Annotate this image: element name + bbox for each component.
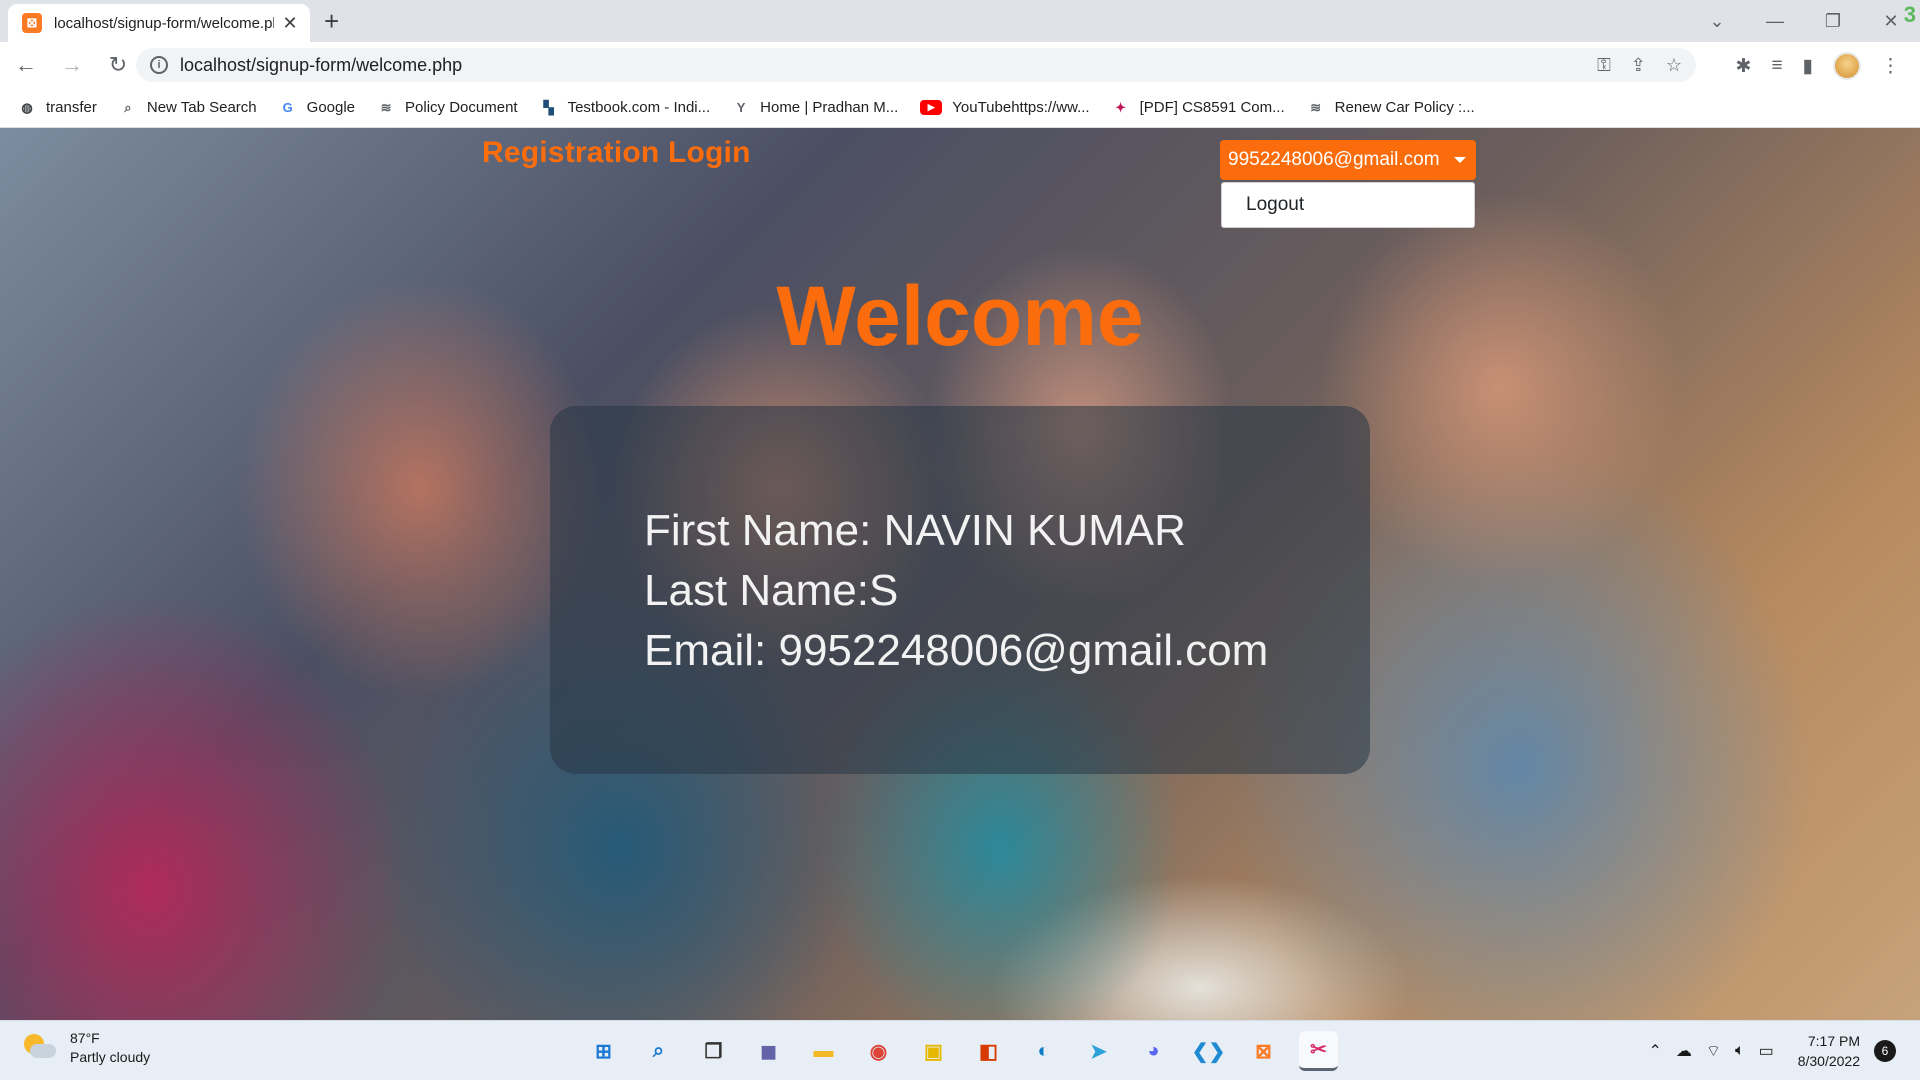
bookmark-item[interactable]: G Google — [279, 99, 355, 117]
system-tray: ⌃ ☁ ⌔ 🔈︎ ▭ 7:17 PM 8/30/2022 6 — [1649, 1031, 1896, 1071]
chrome-icon[interactable]: ◉ — [859, 1031, 898, 1071]
google-icon: G — [282, 100, 293, 115]
notification-badge[interactable]: 6 — [1874, 1040, 1896, 1062]
bookmark-item[interactable]: ≋ Renew Car Policy :... — [1307, 99, 1475, 117]
email-text: Email: 9952248006@gmail.com — [644, 626, 1269, 675]
forward-icon[interactable]: → — [52, 52, 92, 78]
bookmark-item[interactable]: ▶ YouTubehttps://ww... — [920, 99, 1090, 116]
key-icon[interactable]: ⚿ — [1597, 55, 1611, 76]
bookmark-label: [PDF] CS8591 Com... — [1139, 99, 1285, 116]
taskbar-apps: ⊞ ⌕ ❐ ◼ ▬ ◉ ▣ ◧ ◐ ➤ ◕ ❮❯ ⊠ ✂ — [584, 1031, 1338, 1071]
teams-icon[interactable]: ◼ — [749, 1031, 788, 1071]
youtube-icon: ▶ — [920, 100, 943, 115]
welcome-heading: Welcome — [776, 269, 1144, 363]
logout-link[interactable]: Logout — [1246, 194, 1304, 216]
bookmark-item[interactable]: Y Home | Pradhan M... — [732, 99, 898, 117]
user-dropdown-button[interactable]: 9952248006@gmail.com — [1220, 140, 1476, 180]
testbook-icon: ▚ — [543, 99, 554, 115]
xampp-favicon-icon: ⊠ — [22, 13, 42, 33]
file-explorer-icon[interactable]: ▬ — [804, 1031, 843, 1071]
windows-start-icon[interactable]: ⊞ — [584, 1031, 623, 1071]
tab-title: localhost/signup-form/welcome.php — [54, 14, 274, 32]
battery-icon[interactable]: ▭ — [1759, 1041, 1774, 1061]
wifi-icon[interactable]: ⌔ — [1706, 1041, 1721, 1061]
bookmark-label: Home | Pradhan M... — [760, 99, 899, 116]
window-badge: 3 — [1903, 2, 1916, 27]
bookmark-label: Renew Car Policy :... — [1334, 99, 1475, 116]
bookmarks-bar: ◍ transfer ⌕ New Tab Search G Google ≋ P… — [0, 88, 1920, 128]
caret-down-icon — [1454, 157, 1466, 163]
user-email-label: 9952248006@gmail.com — [1228, 149, 1440, 170]
share-icon[interactable]: ⇪ — [1631, 55, 1646, 76]
window-controls: ⌄ — ❐ ✕ — [1688, 0, 1920, 42]
bookmark-label: New Tab Search — [146, 99, 257, 116]
globe-icon: ◍ — [21, 99, 33, 115]
reload-icon[interactable]: ↻ — [98, 52, 138, 78]
extensions-icon[interactable]: ✱ — [1736, 55, 1752, 78]
sticky-notes-icon[interactable]: ▣ — [914, 1031, 953, 1071]
onedrive-icon[interactable]: ☁ — [1676, 1041, 1692, 1061]
brand-logo[interactable]: Registration Login — [482, 136, 751, 170]
back-icon[interactable]: ← — [6, 52, 46, 78]
clock[interactable]: 7:17 PM 8/30/2022 — [1798, 1031, 1860, 1071]
xampp-icon[interactable]: ⊠ — [1244, 1031, 1283, 1071]
bookmark-item[interactable]: ≋ Policy Document — [377, 99, 518, 117]
bookmark-label: Google — [306, 99, 356, 116]
user-info-card: First Name: NAVIN KUMAR Last Name:S Emai… — [550, 406, 1370, 774]
bookmark-item[interactable]: ⌕ New Tab Search — [119, 99, 257, 117]
clock-time: 7:17 PM — [1807, 1033, 1860, 1049]
profile-avatar[interactable] — [1833, 52, 1861, 80]
first-name-text: First Name: NAVIN KUMAR — [644, 506, 1186, 555]
address-bar[interactable]: i localhost/signup-form/welcome.php ⚿ ⇪ … — [136, 48, 1696, 82]
office-icon[interactable]: ◧ — [969, 1031, 1008, 1071]
browser-toolbar: ← → ↻ i localhost/signup-form/welcome.ph… — [0, 42, 1920, 88]
layers-icon: ≋ — [380, 99, 392, 115]
clock-date: 8/30/2022 — [1797, 1053, 1860, 1069]
edge-icon[interactable]: ◐ — [1024, 1031, 1063, 1071]
search-icon: ⌕ — [124, 99, 132, 115]
layers-icon: ≋ — [1310, 99, 1322, 115]
chevron-up-icon[interactable]: ⌃ — [1649, 1041, 1662, 1061]
extensions-area: ✱ ≡ ▮ ⋮ — [1736, 52, 1900, 80]
restore-button[interactable]: ❐ — [1804, 11, 1862, 32]
weather-widget[interactable]: 87°F Partly cloudy — [20, 1029, 150, 1067]
side-panel-icon[interactable]: ▮ — [1803, 55, 1813, 78]
telegram-icon[interactable]: ➤ — [1079, 1031, 1118, 1071]
browser-tab-bar: ⊠ localhost/signup-form/welcome.php ✕ + … — [0, 0, 1920, 42]
new-tab-button[interactable]: + — [324, 6, 339, 37]
browser-tab-active[interactable]: ⊠ localhost/signup-form/welcome.php ✕ — [8, 4, 310, 42]
pdf-icon: ✦ — [1115, 99, 1127, 115]
bookmark-item[interactable]: ▚ Testbook.com - Indi... — [540, 99, 711, 117]
partly-cloudy-icon — [20, 1030, 56, 1066]
weather-desc: Partly cloudy — [70, 1049, 151, 1065]
vscode-icon[interactable]: ❮❯ — [1189, 1031, 1228, 1071]
windows-taskbar: 87°F Partly cloudy ⊞ ⌕ ❐ ◼ ▬ ◉ ▣ ◧ ◐ ➤ ◕… — [0, 1020, 1920, 1080]
bookmark-label: Testbook.com - Indi... — [567, 99, 711, 116]
site-info-icon[interactable]: i — [150, 56, 168, 74]
bookmark-item[interactable]: ✦ [PDF] CS8591 Com... — [1112, 99, 1285, 117]
bookmark-label: Policy Document — [405, 99, 518, 116]
close-tab-icon[interactable]: ✕ — [280, 13, 300, 34]
task-view-icon[interactable]: ❐ — [694, 1031, 733, 1071]
snipping-tool-icon[interactable]: ✂ — [1299, 1031, 1338, 1071]
pradhan-icon: Y — [736, 100, 746, 115]
bookmark-item[interactable]: ◍ transfer — [18, 99, 97, 117]
search-icon[interactable]: ⌕ — [639, 1031, 678, 1071]
address-url[interactable]: localhost/signup-form/welcome.php — [180, 55, 1597, 76]
bookmark-star-icon[interactable]: ☆ — [1666, 55, 1682, 76]
menu-kebab-icon[interactable]: ⋮ — [1881, 55, 1900, 78]
user-dropdown-menu: Logout — [1221, 182, 1475, 228]
minimize-button[interactable]: — — [1746, 11, 1804, 32]
bookmark-label: YouTubehttps://ww... — [952, 99, 1090, 116]
weather-temp: 87°F — [70, 1030, 100, 1046]
bookmark-label: transfer — [46, 99, 97, 116]
tab-search-icon[interactable]: ⌄ — [1688, 11, 1746, 32]
reading-list-icon[interactable]: ≡ — [1771, 55, 1782, 77]
volume-icon[interactable]: 🔈︎ — [1735, 1042, 1745, 1060]
discord-icon[interactable]: ◕ — [1134, 1031, 1173, 1071]
last-name-text: Last Name:S — [644, 566, 899, 615]
page-background: Registration Login 9952248006@gmail.com … — [0, 128, 1920, 1020]
